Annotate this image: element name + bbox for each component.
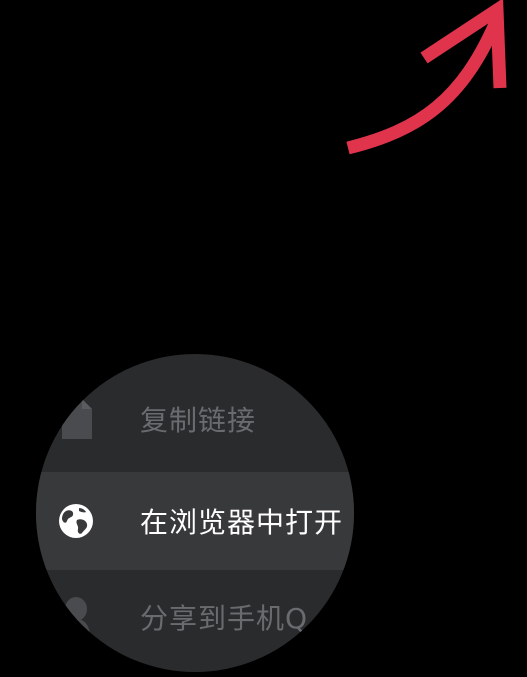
menu-item-label: 分享到手机Q	[140, 602, 309, 635]
magnified-menu: 复制链接 在浏览器中打开 分享到手机Q	[36, 354, 354, 672]
copy-document-icon	[56, 399, 96, 439]
instruction-overlay: 复制链接 在浏览器中打开 分享到手机Q	[0, 0, 527, 677]
menu-item-open-in-browser[interactable]: 在浏览器中打开	[36, 472, 354, 570]
globe-icon	[56, 501, 96, 541]
menu-item-label: 复制链接	[140, 404, 257, 437]
menu-item-label: 在浏览器中打开	[140, 506, 344, 539]
menu-item-share-to-phone[interactable]: 分享到手机Q	[36, 572, 354, 662]
menu-item-copy-link[interactable]: 复制链接	[36, 374, 354, 464]
person-icon	[56, 597, 96, 637]
